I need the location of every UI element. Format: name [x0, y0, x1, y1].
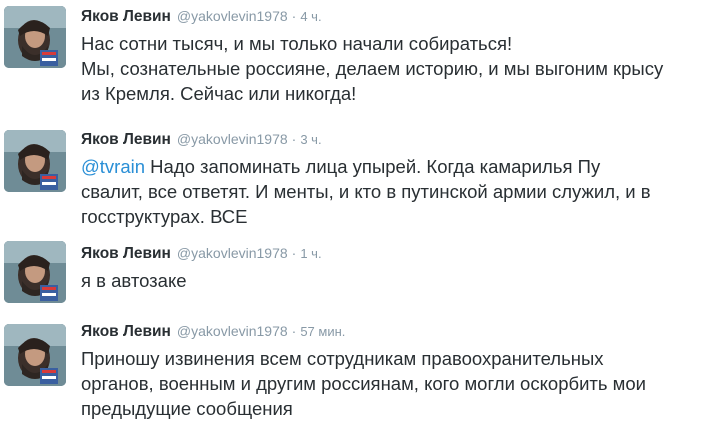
tweet-text-fragment: Надо запоминать лица упырей. Когда камар…: [145, 156, 601, 177]
profile-photo-icon: [4, 324, 66, 386]
profile-photo-icon: [4, 6, 66, 68]
separator: ·: [291, 131, 297, 147]
separator: ·: [291, 323, 297, 339]
timestamp[interactable]: 1 ч.: [300, 246, 321, 261]
tweet-header: Яков Левин @yakovlevin1978 · 3 ч.: [81, 128, 707, 150]
tweet-header: Яков Левин @yakovlevin1978 · 4 ч.: [81, 5, 707, 27]
separator: ·: [291, 8, 297, 24]
tweet-content: Яков Левин @yakovlevin1978 · 57 мин. Принош…: [81, 320, 707, 421]
author-handle[interactable]: @yakovlevin1978: [177, 245, 288, 261]
author-name[interactable]: Яков Левин: [81, 8, 171, 25]
author-name[interactable]: Яков Левин: [81, 131, 171, 148]
tweet-text-line: свалит, все ответят. И менты, и кто в пу…: [81, 181, 651, 202]
tweet-content: Яков Левин @yakovlevin1978 · 4 ч. Нас сотни…: [81, 5, 707, 106]
author-handle[interactable]: @yakovlevin1978: [177, 8, 288, 24]
avatar[interactable]: [4, 324, 66, 386]
tweet-content: Яков Левин @yakovlevin1978 · 3 ч. @tvrain Н…: [81, 128, 707, 229]
author-handle[interactable]: @yakovlevin1978: [177, 323, 288, 339]
tweet-header: Яков Левин @yakovlevin1978 · 1 ч.: [81, 242, 707, 264]
avatar[interactable]: [4, 241, 66, 303]
mention-link[interactable]: @tvrain: [81, 156, 145, 177]
tweet-text-line: из Кремля. Сейчас или никогда!: [81, 83, 357, 104]
profile-photo-icon: [4, 130, 66, 192]
tweet-text: Приношу извинения всем сотрудникам право…: [81, 346, 707, 421]
tweet-text-line: предыдущие сообщения: [81, 398, 293, 419]
profile-photo-icon: [4, 241, 66, 303]
timestamp[interactable]: 3 ч.: [300, 132, 321, 147]
tweet-text: я в автозаке: [81, 268, 707, 293]
tweet-header: Яков Левин @yakovlevin1978 · 57 мин.: [81, 320, 707, 342]
author-name[interactable]: Яков Левин: [81, 245, 171, 262]
tweet-text-line: я в автозаке: [81, 270, 187, 291]
tweet-text-line: Нас сотни тысяч, и мы только начали соби…: [81, 33, 513, 54]
tweet-text-line: Приношу извинения всем сотрудникам право…: [81, 348, 604, 369]
separator: ·: [291, 245, 297, 261]
author-name[interactable]: Яков Левин: [81, 323, 171, 340]
tweet-content: Яков Левин @yakovlevin1978 · 1 ч. я в автоз…: [81, 242, 707, 293]
avatar[interactable]: [4, 6, 66, 68]
avatar[interactable]: [4, 130, 66, 192]
tweet-text-line: органов, военным и другим россиянам, ког…: [81, 373, 646, 394]
tweet-text: @tvrain Надо запоминать лица упырей. Ког…: [81, 154, 707, 229]
tweet-text-line: @tvrain Надо запоминать лица упырей. Ког…: [81, 154, 707, 179]
timestamp[interactable]: 57 мин.: [300, 324, 345, 339]
tweet-text-line: госструктурах. ВСЕ: [81, 206, 248, 227]
tweet-text: Нас сотни тысяч, и мы только начали соби…: [81, 31, 707, 106]
timestamp[interactable]: 4 ч.: [300, 9, 321, 24]
tweet-feed: Яков Левин @yakovlevin1978 · 4 ч. Нас сотни…: [0, 0, 715, 432]
tweet-text-line: Мы, сознательные россияне, делаем истори…: [81, 58, 664, 79]
author-handle[interactable]: @yakovlevin1978: [177, 131, 288, 147]
